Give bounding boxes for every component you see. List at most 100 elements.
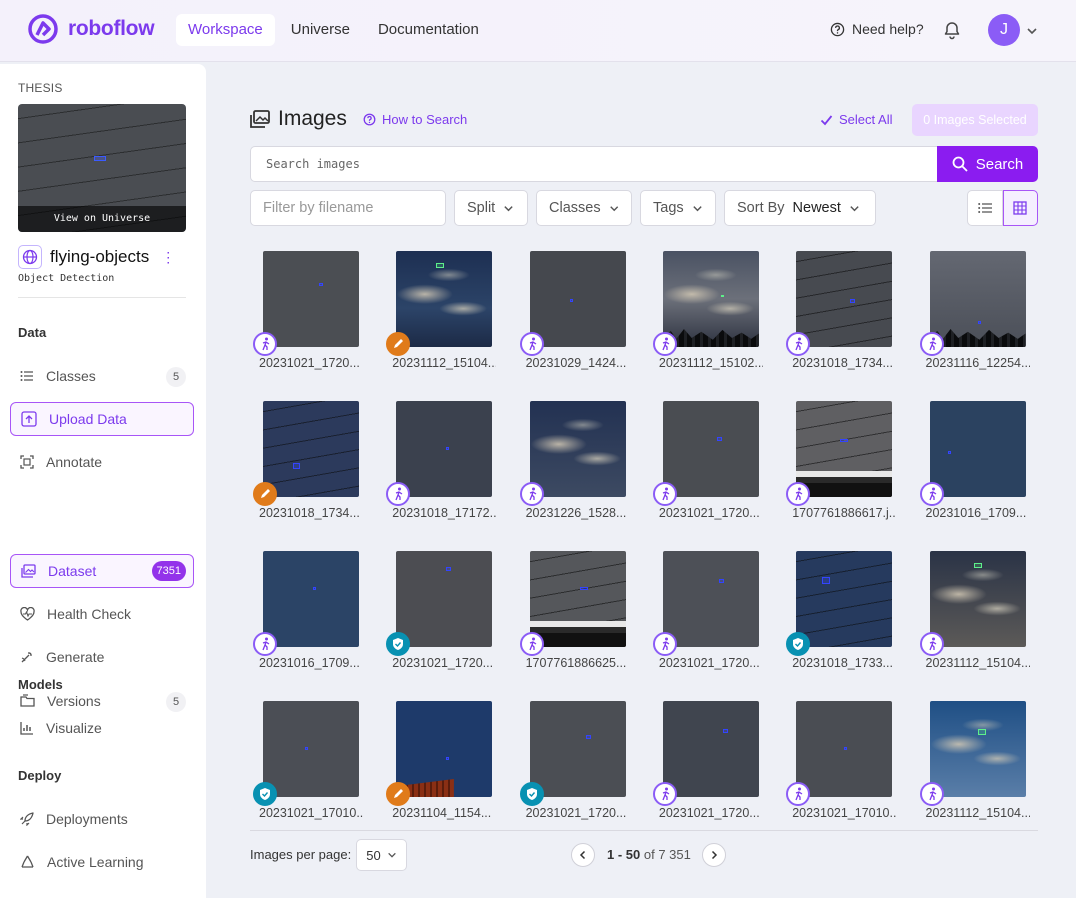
image-card[interactable]: 20231018_17172... [383, 401, 496, 529]
image-thumbnail[interactable] [662, 401, 759, 497]
image-thumbnail[interactable] [263, 551, 359, 647]
image-card[interactable]: 20231104_1154... [383, 701, 493, 829]
filename-filter-input[interactable]: Filter by filename [250, 190, 446, 226]
image-thumbnail[interactable] [396, 551, 493, 647]
account-menu-toggle[interactable] [1026, 24, 1038, 42]
list-view-button[interactable] [967, 190, 1003, 226]
image-card[interactable]: 1707761886617.j... [783, 401, 897, 529]
project-name: flying-objects [50, 247, 150, 266]
image-card[interactable]: 1707761886625... [517, 551, 627, 679]
user-avatar[interactable]: J [988, 14, 1020, 46]
sidebar-item-deployments[interactable]: Deployments [10, 802, 194, 836]
image-thumbnail[interactable] [796, 551, 893, 647]
search-input[interactable]: Search images [250, 146, 938, 182]
sidebar-item-annotate[interactable]: Annotate [10, 445, 194, 479]
sort-label: Sort By [737, 200, 785, 216]
image-card[interactable]: 20231021_1720... [650, 701, 760, 829]
sidebar-item-label: Health Check [47, 606, 132, 622]
sidebar-item-generate[interactable]: Generate [10, 640, 194, 674]
sidebar-item-dataset[interactable]: Dataset 7351 [10, 554, 194, 588]
image-thumbnail[interactable] [796, 251, 893, 347]
view-on-universe-link[interactable]: View on Universe [18, 206, 186, 232]
image-card[interactable]: 20231018_1734... [250, 401, 360, 529]
grid-view-button[interactable] [1002, 190, 1038, 226]
image-card[interactable]: 20231021_17010... [783, 701, 896, 829]
image-thumbnail[interactable] [396, 251, 493, 347]
image-filename: 20231112_15104... [925, 656, 1030, 670]
image-card[interactable]: 20231112_15102... [650, 251, 763, 379]
image-filename: 20231226_1528... [525, 506, 627, 520]
per-page-select[interactable]: 50 [356, 839, 407, 871]
image-thumbnail[interactable] [263, 251, 359, 347]
roboflow-logo[interactable]: roboflow [28, 14, 155, 44]
image-card[interactable]: 20231112_15104... [383, 251, 496, 379]
nav-tab-universe[interactable]: Universe [279, 14, 362, 46]
image-thumbnail[interactable] [929, 701, 1026, 797]
globe-icon [18, 245, 42, 269]
sidebar-item-active-learning[interactable]: Active Learning [10, 845, 194, 879]
bounding-box [585, 735, 591, 739]
chart-icon [20, 722, 33, 735]
tags-dropdown[interactable]: Tags [640, 190, 716, 226]
image-thumbnail[interactable] [796, 701, 893, 797]
image-card[interactable]: 20231021_1720... [650, 551, 760, 679]
image-thumbnail[interactable] [396, 701, 493, 797]
image-card[interactable]: 20231112_15104... [917, 701, 1030, 829]
image-thumbnail[interactable] [263, 401, 359, 497]
sort-dropdown[interactable]: Sort By Newest [724, 190, 876, 226]
image-thumbnail[interactable] [662, 251, 759, 347]
page-title-text: Images [278, 107, 347, 130]
project-thumbnail[interactable]: View on Universe [18, 104, 186, 232]
select-all-button[interactable]: Select All [820, 112, 892, 127]
sidebar-item-classes[interactable]: Classes 5 [10, 359, 194, 393]
classes-dropdown[interactable]: Classes [536, 190, 632, 226]
image-card[interactable]: 20231029_1424... [517, 251, 627, 379]
unassigned-status-icon [253, 332, 277, 356]
image-thumbnail[interactable] [529, 251, 626, 347]
image-thumbnail[interactable] [263, 701, 359, 797]
image-thumbnail[interactable] [662, 551, 759, 647]
search-button[interactable]: Search [937, 146, 1038, 182]
image-thumbnail[interactable] [529, 551, 626, 647]
project-menu-icon[interactable]: ⋮ [161, 249, 175, 266]
image-filename: 1707761886617.j... [792, 506, 897, 520]
nav-tab-workspace[interactable]: Workspace [176, 14, 275, 46]
image-card[interactable]: 20231021_17010... [250, 701, 363, 829]
image-card[interactable]: 20231018_1734... [783, 251, 893, 379]
prev-page-button[interactable] [571, 843, 595, 867]
how-to-search-link[interactable]: How to Search [363, 112, 467, 127]
next-page-button[interactable] [702, 843, 726, 867]
sidebar-item-upload-data[interactable]: Upload Data [10, 402, 194, 436]
tags-label: Tags [653, 200, 684, 216]
sidebar-item-health-check[interactable]: Health Check [10, 597, 194, 631]
image-thumbnail[interactable] [796, 401, 893, 497]
image-card[interactable]: 20231018_1733... [783, 551, 893, 679]
image-thumbnail[interactable] [929, 401, 1026, 497]
image-thumbnail[interactable] [662, 701, 759, 797]
sidebar: THESIS View on Universe flying-objects ⋮… [0, 64, 206, 898]
split-dropdown[interactable]: Split [454, 190, 528, 226]
bounding-box [446, 757, 450, 760]
image-card[interactable]: 20231016_1709... [250, 551, 360, 679]
notifications-button[interactable] [942, 20, 962, 45]
image-card[interactable]: 20231112_15104... [917, 551, 1030, 679]
image-thumbnail[interactable] [396, 401, 493, 497]
help-button[interactable]: Need help? [830, 21, 924, 37]
image-card[interactable]: 20231021_1720... [250, 251, 360, 379]
image-thumbnail[interactable] [929, 551, 1026, 647]
image-card[interactable]: 20231116_12254... [917, 251, 1030, 379]
image-thumbnail[interactable] [929, 251, 1026, 347]
image-card[interactable]: 20231021_1720... [517, 701, 627, 829]
image-filename: 20231016_1709... [259, 656, 360, 670]
nav-tab-documentation[interactable]: Documentation [366, 14, 491, 46]
image-thumbnail[interactable] [529, 701, 626, 797]
sidebar-item-visualize[interactable]: Visualize [10, 711, 194, 745]
image-card[interactable]: 20231016_1709... [917, 401, 1027, 529]
bounding-box [716, 437, 722, 441]
image-card[interactable]: 20231226_1528... [517, 401, 627, 529]
image-thumbnail[interactable] [529, 401, 626, 497]
image-card[interactable]: 20231021_1720... [383, 551, 493, 679]
images-selected-button[interactable]: 0 Images Selected [912, 104, 1038, 136]
image-card[interactable]: 20231021_1720... [650, 401, 760, 529]
heart-icon [20, 607, 35, 621]
